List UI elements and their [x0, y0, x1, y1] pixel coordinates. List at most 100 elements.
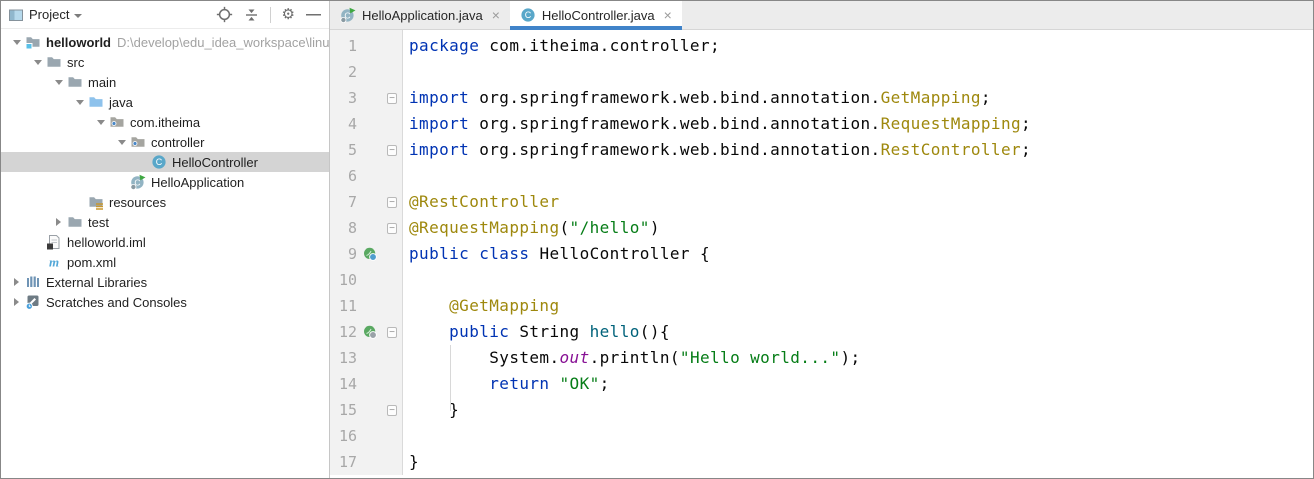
gutter-row[interactable]: 13 — [330, 345, 402, 371]
code-line-8[interactable]: @RequestMapping("/hello") — [409, 215, 1031, 241]
fold-end-icon[interactable]: − — [387, 223, 397, 234]
tree-item-hellocontroller[interactable]: CHelloController — [1, 152, 329, 172]
gutter-row[interactable]: 7− — [330, 189, 402, 215]
code-line-2[interactable] — [409, 59, 1031, 85]
code-line-4[interactable]: import org.springframework.web.bind.anno… — [409, 111, 1031, 137]
line-number[interactable]: 1 — [330, 37, 357, 55]
tree-item-test[interactable]: test — [1, 212, 329, 232]
tree-item-src[interactable]: src — [1, 52, 329, 72]
tree-item-resources[interactable]: resources — [1, 192, 329, 212]
chevron-right-icon[interactable] — [8, 278, 25, 286]
fold-end-icon[interactable]: − — [387, 405, 397, 416]
line-number[interactable]: 2 — [330, 63, 357, 81]
gutter-row[interactable]: 5− — [330, 137, 402, 163]
line-number[interactable]: 17 — [330, 453, 357, 471]
line-number[interactable]: 14 — [330, 375, 357, 393]
line-number[interactable]: 13 — [330, 349, 357, 367]
code-line-9[interactable]: public class HelloController { — [409, 241, 1031, 267]
tree-item-scratches-and-consoles[interactable]: Scratches and Consoles — [1, 292, 329, 312]
chevron-down-icon[interactable] — [92, 120, 109, 125]
fold-start-icon[interactable]: − — [387, 327, 397, 338]
line-number[interactable]: 15 — [330, 401, 357, 419]
code-line-12[interactable]: public String hello(){ — [409, 319, 1031, 345]
code-line-17[interactable]: } — [409, 449, 1031, 475]
gutter-row[interactable]: 3− — [330, 85, 402, 111]
line-number[interactable]: 7 — [330, 193, 357, 211]
code-line-7[interactable]: @RestController — [409, 189, 1031, 215]
hide-panel-icon[interactable]: — — [306, 10, 321, 20]
chevron-down-icon[interactable] — [8, 40, 25, 45]
line-number[interactable]: 3 — [330, 89, 357, 107]
line-number[interactable]: 8 — [330, 219, 357, 237]
gutter-row[interactable]: 1 — [330, 33, 402, 59]
fold-strip: − — [383, 223, 401, 234]
close-icon[interactable]: × — [492, 7, 500, 23]
code-token: HelloController { — [529, 244, 710, 263]
tab-helloapplication-java[interactable]: CHelloApplication.java× — [330, 1, 510, 29]
code-line-6[interactable] — [409, 163, 1031, 189]
line-number[interactable]: 5 — [330, 141, 357, 159]
fold-end-icon[interactable]: − — [387, 145, 397, 156]
chevron-down-icon[interactable] — [113, 140, 130, 145]
tree-item-java[interactable]: java — [1, 92, 329, 112]
line-number[interactable]: 10 — [330, 271, 357, 289]
gutter-row[interactable]: 8− — [330, 215, 402, 241]
tree-item-com-itheima[interactable]: com.itheima — [1, 112, 329, 132]
line-number[interactable]: 12 — [330, 323, 357, 341]
tree-item-label: External Libraries — [46, 275, 147, 290]
line-number[interactable]: 4 — [330, 115, 357, 133]
code-line-3[interactable]: import org.springframework.web.bind.anno… — [409, 85, 1031, 111]
settings-gear-icon[interactable]: ⚙ — [282, 7, 295, 23]
spring-bean-icon[interactable] — [357, 247, 383, 261]
tree-item-main[interactable]: main — [1, 72, 329, 92]
chevron-right-icon[interactable] — [8, 298, 25, 306]
gutter-row[interactable]: 14 — [330, 371, 402, 397]
gutter-row[interactable]: 9 — [330, 241, 402, 267]
code-line-5[interactable]: import org.springframework.web.bind.anno… — [409, 137, 1031, 163]
tree-item-pom-xml[interactable]: mpom.xml — [1, 252, 329, 272]
fold-strip: − — [383, 327, 401, 338]
code-line-11[interactable]: @GetMapping — [409, 293, 1031, 319]
code-line-14[interactable]: return "OK"; — [409, 371, 1031, 397]
gutter-row[interactable]: 16 — [330, 423, 402, 449]
chevron-right-icon[interactable] — [50, 218, 67, 226]
gutter-row[interactable]: 2 — [330, 59, 402, 85]
collapse-all-icon[interactable] — [244, 7, 259, 23]
code-line-15[interactable]: } — [409, 397, 1031, 423]
tree-item-controller[interactable]: controller — [1, 132, 329, 152]
close-icon[interactable]: × — [664, 7, 672, 23]
line-number[interactable]: 16 — [330, 427, 357, 445]
tab-hellocontroller-java[interactable]: CHelloController.java× — [510, 1, 682, 29]
package-icon — [130, 134, 146, 150]
tree-item-helloworld[interactable]: helloworldD:\develop\edu_idea_workspace\… — [1, 32, 329, 52]
chevron-down-icon[interactable] — [29, 60, 46, 65]
fold-start-icon[interactable]: − — [387, 197, 397, 208]
code-editor[interactable]: package com.itheima.controller; import or… — [403, 30, 1031, 475]
locate-icon[interactable] — [216, 6, 233, 23]
chevron-down-icon[interactable] — [71, 100, 88, 105]
spring-mapping-icon[interactable] — [357, 325, 383, 339]
tree-item-external-libraries[interactable]: External Libraries — [1, 272, 329, 292]
gutter-row[interactable]: 11 — [330, 293, 402, 319]
tree-item-helloworld-iml[interactable]: helloworld.iml — [1, 232, 329, 252]
code-token: ( — [560, 218, 570, 237]
line-number[interactable]: 6 — [330, 167, 357, 185]
code-line-16[interactable] — [409, 423, 1031, 449]
line-number[interactable]: 9 — [330, 245, 357, 263]
gutter-row[interactable]: 10 — [330, 267, 402, 293]
code-token: out — [560, 348, 590, 367]
gutter-row[interactable]: 6 — [330, 163, 402, 189]
chevron-down-icon[interactable] — [50, 80, 67, 85]
code-line-13[interactable]: System.out.println("Hello world..."); — [409, 345, 1031, 371]
editor-gutter[interactable]: 123−45−67−8−9101112−131415−1617 — [330, 30, 403, 475]
chevron-down-icon[interactable] — [74, 14, 82, 18]
code-line-1[interactable]: package com.itheima.controller; — [409, 33, 1031, 59]
gutter-row[interactable]: 17 — [330, 449, 402, 475]
fold-start-icon[interactable]: − — [387, 93, 397, 104]
gutter-row[interactable]: 12 − — [330, 319, 402, 345]
line-number[interactable]: 11 — [330, 297, 357, 315]
gutter-row[interactable]: 15 − — [330, 397, 402, 423]
code-line-10[interactable] — [409, 267, 1031, 293]
gutter-row[interactable]: 4 — [330, 111, 402, 137]
tree-item-helloapplication[interactable]: CHelloApplication — [1, 172, 329, 192]
